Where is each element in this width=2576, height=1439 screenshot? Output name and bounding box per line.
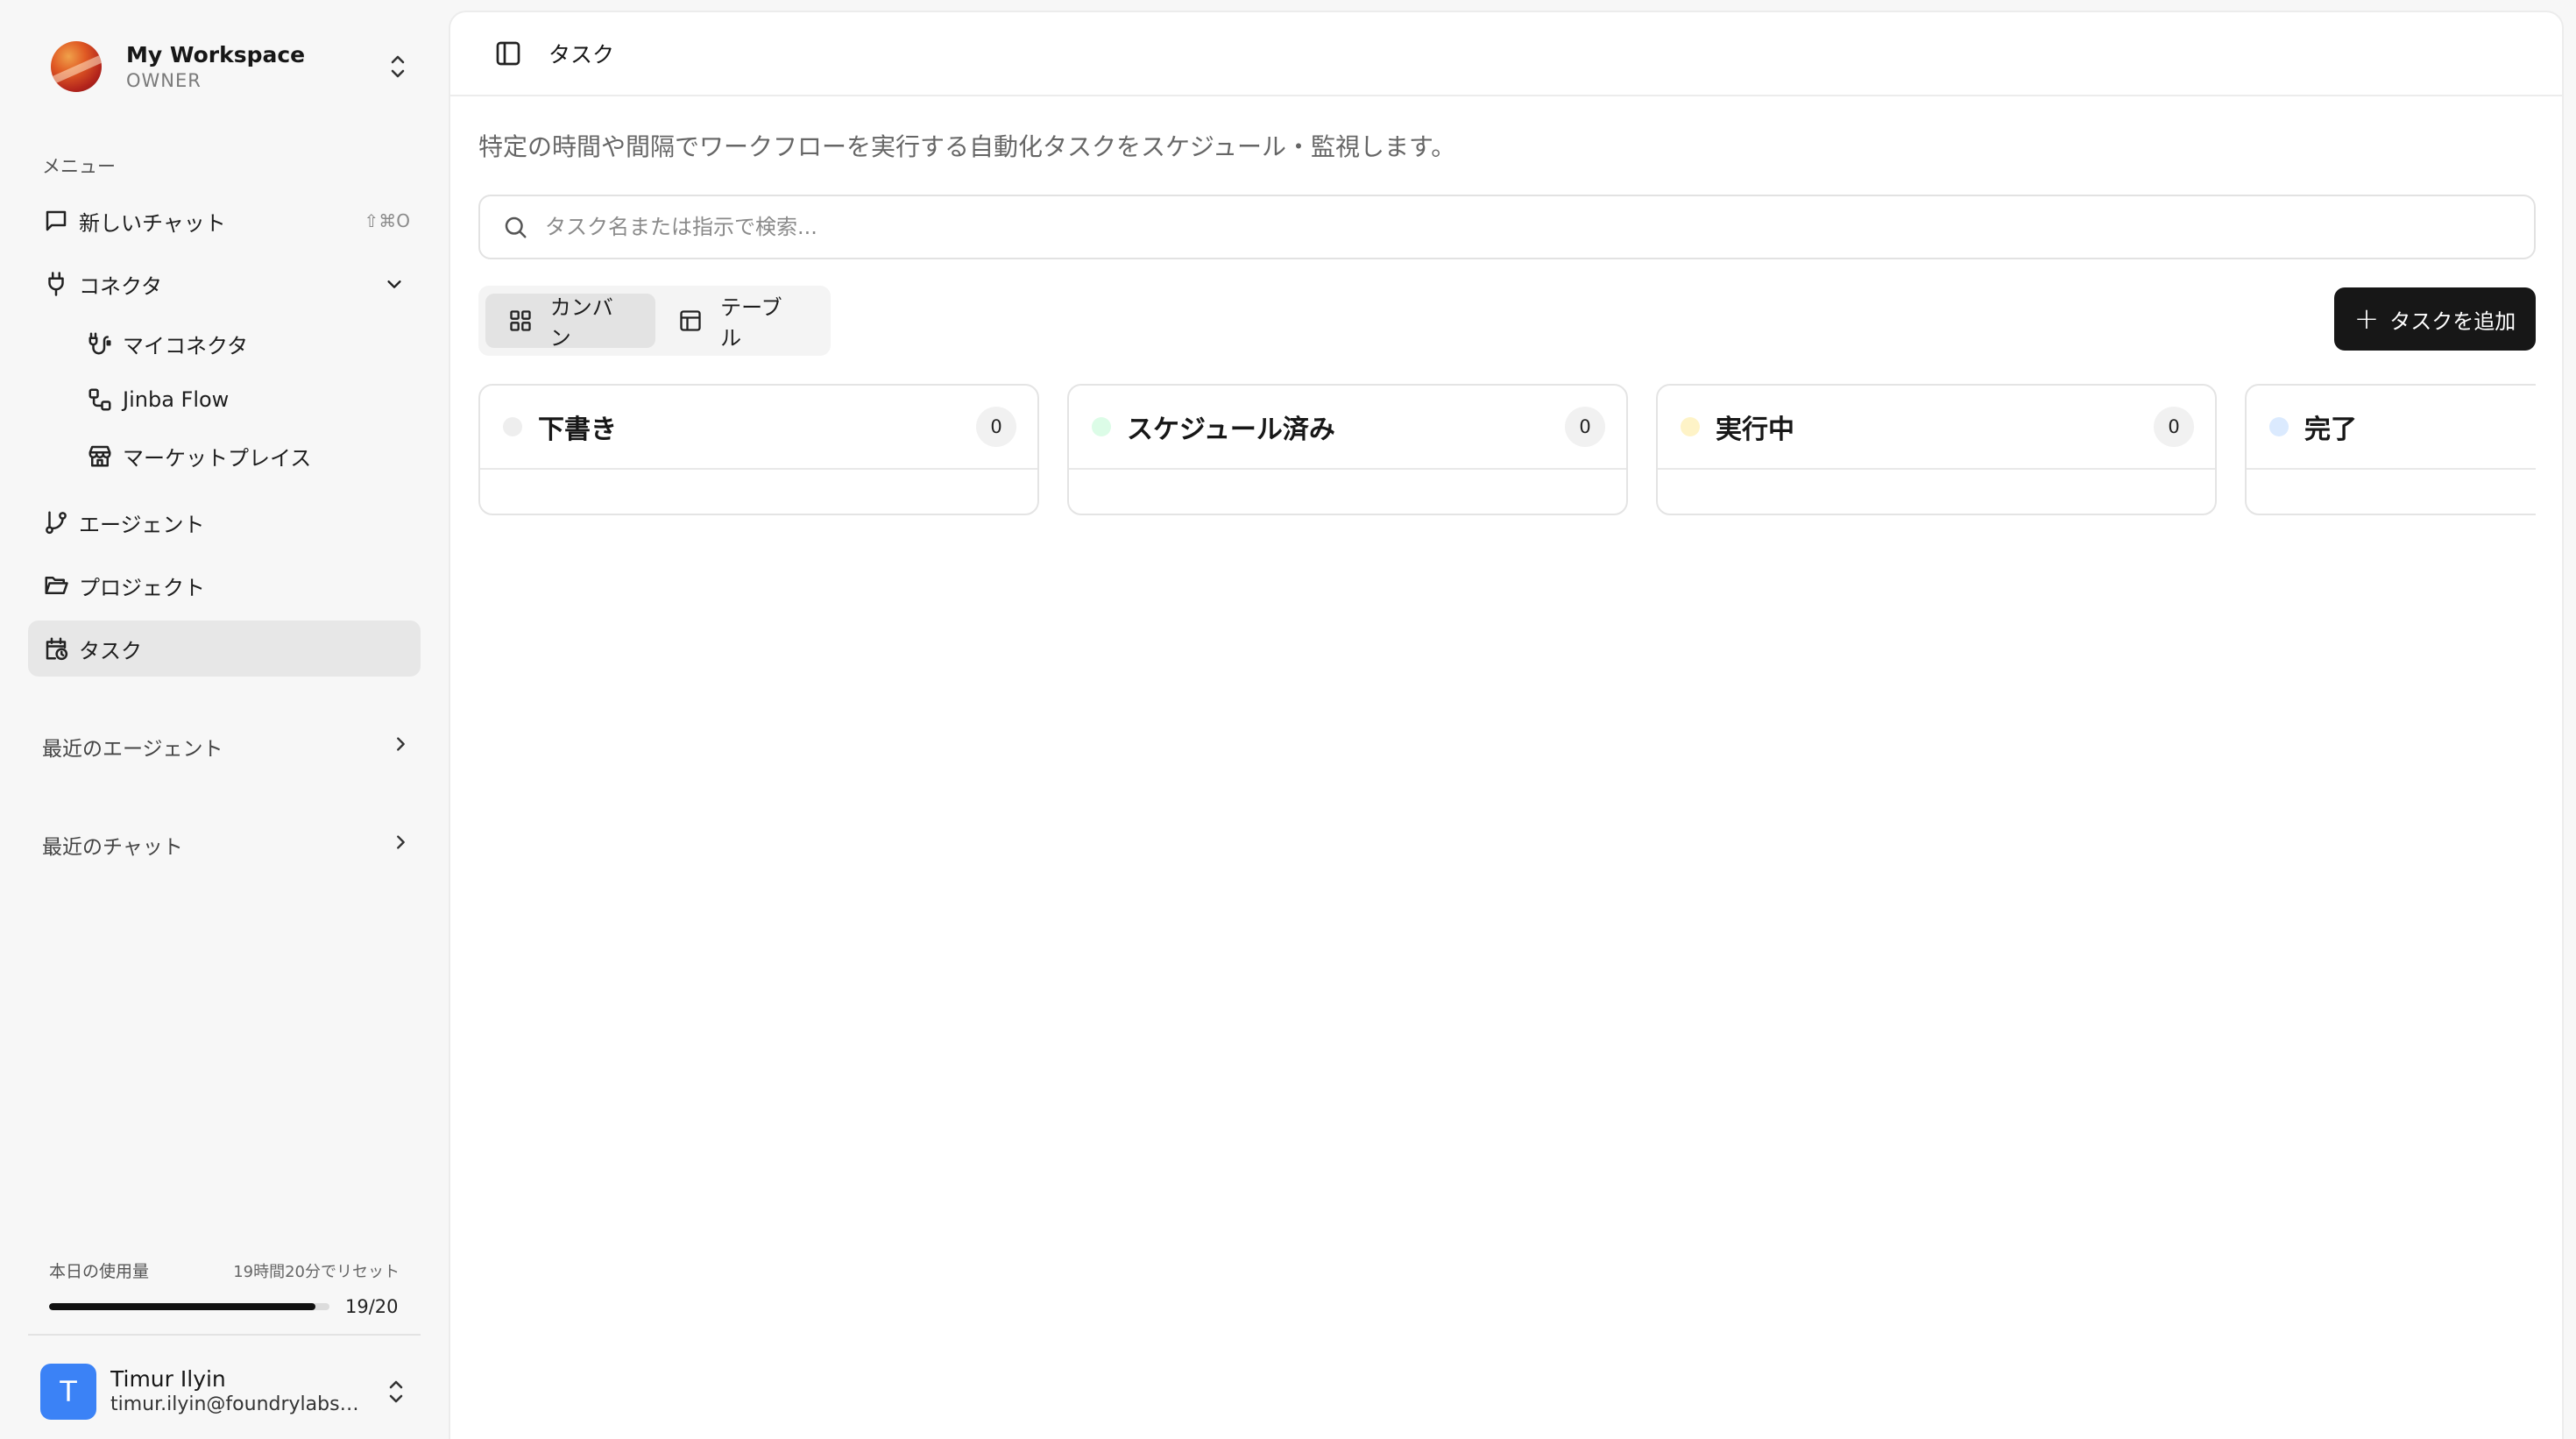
kanban-column-done: 完了 0: [2245, 384, 2536, 515]
cable-icon: [84, 328, 116, 359]
sidebar-item-label: Jinba Flow: [123, 387, 230, 412]
sidebar-item-label: 新しいチャット: [79, 210, 226, 236]
grid-icon: [506, 307, 534, 335]
breadcrumb: タスク: [548, 42, 615, 67]
status-dot: [503, 417, 522, 436]
message-square-icon: [40, 205, 72, 237]
view-table-button[interactable]: テーブル: [655, 294, 824, 351]
sidebar-item-agents[interactable]: エージェント: [28, 494, 421, 550]
sidebar-divider: [28, 1334, 421, 1336]
column-count-badge: 0: [1565, 407, 1605, 447]
sidebar-item-projects[interactable]: プロジェクト: [28, 557, 421, 613]
usage-label: 本日の使用量: [49, 1262, 150, 1281]
add-task-label: タスクを追加: [2389, 308, 2516, 334]
column-title: スケジュール済み: [1127, 415, 1335, 445]
sidebar-item-marketplace[interactable]: マーケットプレイス: [28, 428, 421, 484]
sidebar-item-label: タスク: [79, 638, 142, 663]
status-dot: [2269, 417, 2289, 436]
workflow-icon: [84, 384, 116, 415]
avatar: T: [40, 1364, 96, 1420]
column-header: 完了 0: [2247, 386, 2536, 470]
view-kanban-label: カンバン: [549, 295, 613, 351]
plus-icon: +: [2353, 301, 2380, 337]
usage-count: 19/20: [345, 1296, 399, 1317]
user-menu[interactable]: T Timur Ilyin timur.ilyin@foundrylabs.c.…: [40, 1364, 408, 1420]
sidebar-toggle-icon[interactable]: [491, 36, 526, 71]
kanban-board: 下書き 0 スケジュール済み 0 実行中 0 完了 0: [478, 384, 2536, 524]
column-header: 実行中 0: [1658, 386, 2215, 470]
workspace-logo: [51, 41, 102, 92]
sidebar-item-label: マイコネクタ: [123, 333, 249, 358]
usage-progress-bar: [49, 1303, 329, 1310]
menu-section-label: メニュー: [42, 156, 116, 177]
main-panel: タスク 特定の時間や間隔でワークフローを実行する自動化タスクをスケジュール・監視…: [449, 11, 2564, 1439]
workspace-name: My Workspace: [126, 42, 306, 67]
recent-chats-toggle[interactable]: 最近のチャット: [42, 826, 410, 864]
sidebar-item-my-connectors[interactable]: マイコネクタ: [28, 315, 421, 372]
plug-icon: [40, 268, 72, 300]
chevron-down-icon: [380, 270, 408, 298]
top-bar: タスク: [450, 12, 2562, 96]
sidebar-item-new-chat[interactable]: 新しいチャット ⇧⌘O: [28, 193, 421, 249]
kanban-column-scheduled: スケジュール済み 0: [1067, 384, 1628, 515]
recent-chats-label: 最近のチャット: [42, 836, 183, 859]
user-email: timur.ilyin@foundrylabs.c...: [110, 1393, 364, 1415]
kanban-column-draft: 下書き 0: [478, 384, 1039, 515]
chevron-up-down-icon: [386, 49, 410, 84]
sidebar-item-jinba-flow[interactable]: Jinba Flow: [28, 372, 421, 428]
sidebar-item-label: エージェント: [79, 512, 205, 537]
usage-meter: 本日の使用量 19時間20分でリセット 19/20: [49, 1258, 400, 1317]
calendar-clock-icon: [40, 633, 72, 664]
chevron-right-icon: [391, 833, 410, 857]
user-name: Timur Ilyin: [110, 1366, 226, 1392]
store-icon: [84, 440, 116, 471]
column-title: 下書き: [538, 415, 617, 445]
shortcut-hint: ⇧⌘O: [364, 210, 411, 231]
git-branch-icon: [40, 507, 72, 538]
status-dot: [1681, 417, 1700, 436]
sidebar-item-tasks[interactable]: タスク: [28, 620, 421, 677]
workspace-switcher[interactable]: My Workspace OWNER: [51, 39, 410, 95]
column-header: スケジュール済み 0: [1069, 386, 1626, 470]
search-input[interactable]: [545, 215, 2297, 239]
status-dot: [1092, 417, 1111, 436]
workspace-role: OWNER: [126, 70, 202, 91]
column-title: 実行中: [1716, 415, 1794, 445]
sidebar-item-label: プロジェクト: [79, 575, 205, 600]
page-description: 特定の時間や間隔でワークフローを実行する自動化タスクをスケジュール・監視します。: [478, 132, 1456, 161]
table-icon: [676, 307, 704, 335]
sidebar-item-connectors[interactable]: コネクタ: [28, 256, 421, 312]
search-box[interactable]: [478, 195, 2536, 259]
view-kanban-button[interactable]: カンバン: [485, 294, 656, 351]
kanban-column-running: 実行中 0: [1656, 384, 2217, 515]
usage-progress-fill: [49, 1303, 315, 1310]
column-header: 下書き 0: [480, 386, 1037, 470]
column-title: 完了: [2304, 415, 2357, 445]
recent-agents-label: 最近のエージェント: [42, 738, 223, 761]
column-count-badge: 0: [2154, 407, 2194, 447]
sidebar-item-label: コネクタ: [79, 273, 163, 299]
recent-agents-toggle[interactable]: 最近のエージェント: [42, 727, 410, 766]
usage-reset-text: 19時間20分でリセット: [233, 1262, 400, 1281]
column-count-badge: 0: [976, 407, 1016, 447]
folder-open-icon: [40, 570, 72, 601]
sidebar-item-label: マーケットプレイス: [123, 445, 312, 471]
view-table-label: テーブル: [720, 295, 782, 351]
chevron-up-down-icon: [384, 1374, 408, 1409]
sidebar: My Workspace OWNER メニュー 新しいチャット ⇧⌘O コネクタ…: [0, 0, 447, 1439]
add-task-button[interactable]: + タスクを追加: [2334, 287, 2536, 351]
chevron-right-icon: [391, 734, 410, 759]
search-icon: [499, 211, 531, 243]
view-switcher: カンバン テーブル: [478, 286, 831, 356]
